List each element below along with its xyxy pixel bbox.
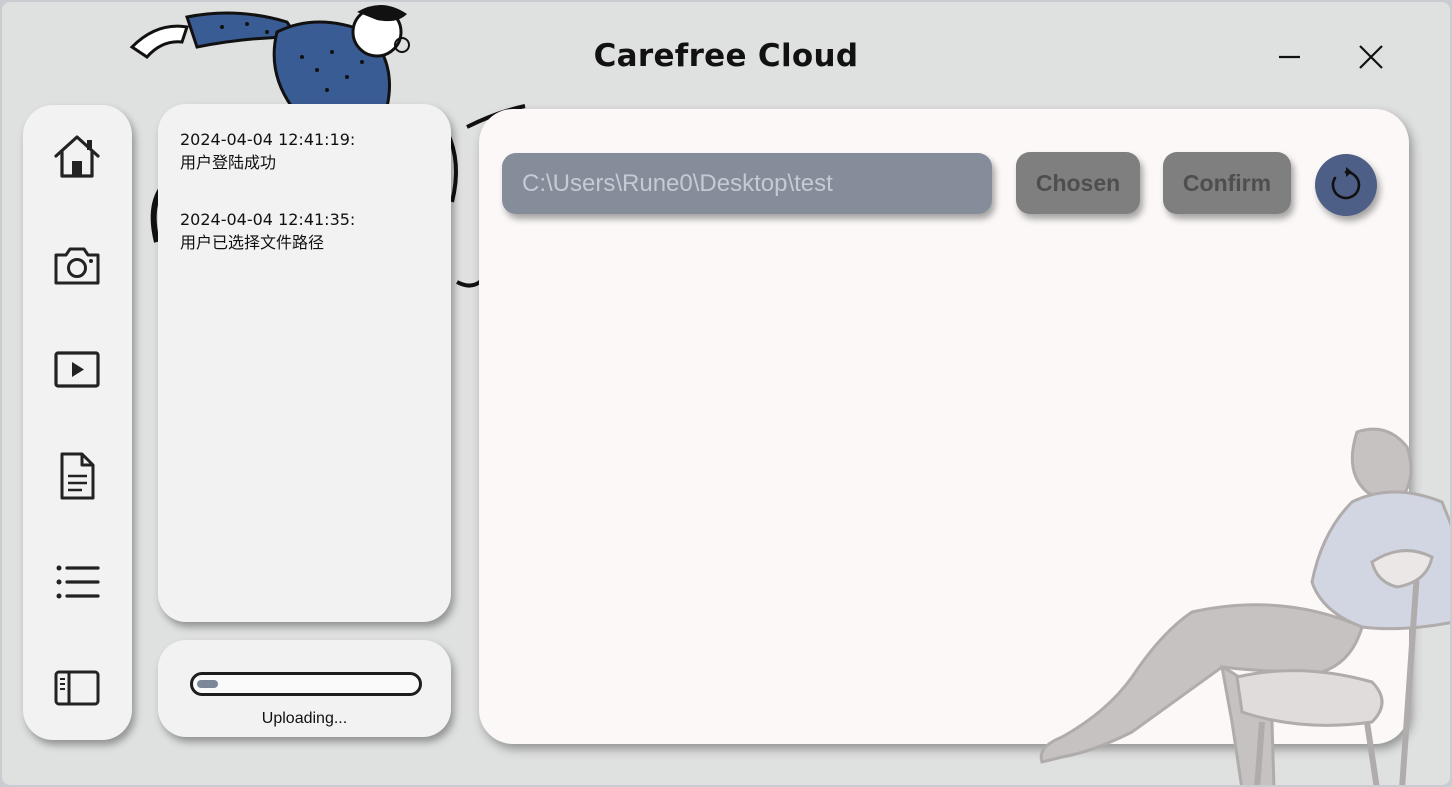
sidebar-nav <box>23 105 132 740</box>
home-icon <box>54 135 100 178</box>
sidebar-panel-icon <box>54 670 100 706</box>
sidebar-item-document[interactable] <box>52 451 102 501</box>
log-panel: 2024-04-04 12:41:19: 用户登陆成功 2024-04-04 1… <box>158 104 451 622</box>
confirm-button[interactable]: Confirm <box>1163 152 1291 214</box>
sidebar-item-panel[interactable] <box>52 663 102 713</box>
refresh-button[interactable] <box>1315 154 1377 216</box>
sidebar-item-home[interactable] <box>52 132 102 182</box>
log-timestamp: 2024-04-04 12:41:35: <box>180 210 356 229</box>
play-icon <box>54 351 100 388</box>
sidebar-item-camera[interactable] <box>52 240 102 290</box>
upload-panel: Uploading... <box>158 640 451 737</box>
chosen-button[interactable]: Chosen <box>1016 152 1140 214</box>
minimize-icon <box>1279 55 1300 59</box>
app-title: Carefree Cloud <box>593 38 859 74</box>
log-entry: 2024-04-04 12:41:19: 用户登陆成功 <box>180 128 435 174</box>
app-window: Carefree Cloud 2024-04-04 12:41:19: 用户登陆… <box>2 2 1450 785</box>
sidebar-item-video[interactable] <box>52 345 102 395</box>
document-icon <box>60 452 95 500</box>
sitting-person-illustration <box>1039 427 1450 785</box>
minimize-button[interactable] <box>1272 40 1306 74</box>
sidebar-item-list[interactable] <box>52 557 102 607</box>
upload-status: Uploading... <box>261 710 348 727</box>
close-icon <box>1359 45 1383 69</box>
log-timestamp: 2024-04-04 12:41:19: <box>180 130 356 149</box>
log-message: 用户已选择文件路径 <box>180 233 325 252</box>
log-message: 用户登陆成功 <box>180 153 277 172</box>
upload-progress-bar <box>190 672 422 696</box>
close-button[interactable] <box>1354 40 1388 74</box>
list-icon <box>56 565 100 599</box>
camera-icon <box>54 247 100 285</box>
log-entry: 2024-04-04 12:41:35: 用户已选择文件路径 <box>180 208 435 254</box>
log-list: 2024-04-04 12:41:19: 用户登陆成功 2024-04-04 1… <box>180 128 435 288</box>
path-input[interactable]: C:\Users\Rune0\Desktop\test <box>502 153 992 214</box>
refresh-icon <box>1331 167 1361 200</box>
upload-progress-fill <box>197 680 218 688</box>
